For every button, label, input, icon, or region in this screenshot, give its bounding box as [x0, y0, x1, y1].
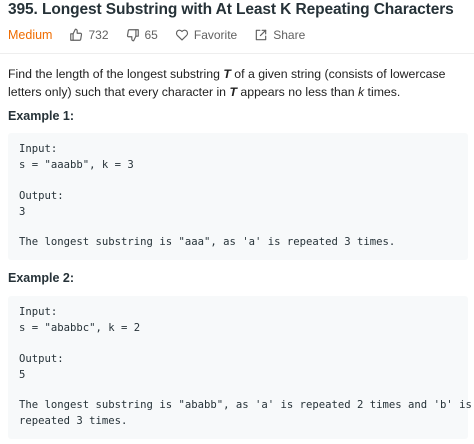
difficulty-label: Medium: [8, 28, 53, 42]
example-2-code-block: Input: s = "ababbc", k = 2 Output: 5 The…: [8, 296, 472, 439]
input-value: s = "aaabb", k = 3: [19, 159, 134, 171]
problem-page: 395. Longest Substring with At Least K R…: [0, 0, 474, 444]
output-value: 5: [19, 369, 26, 381]
problem-description: Find the length of the longest substring…: [8, 66, 468, 101]
description-var-T: T: [229, 84, 237, 99]
thumbs-up-icon: [70, 28, 83, 41]
output-value: 3: [19, 206, 26, 218]
example-1-code-block: Input: s = "aaabb", k = 3 Output: 3 The …: [8, 133, 468, 260]
header-divider: [0, 53, 474, 54]
output-label: Output:: [19, 190, 64, 202]
input-label: Input:: [19, 143, 58, 155]
explanation-text: The longest substring is "aaa", as 'a' i…: [19, 236, 396, 248]
dislike-button[interactable]: 65: [126, 28, 158, 42]
explanation-text: The longest substring is "ababb", as 'a'…: [19, 399, 472, 411]
input-label: Input:: [19, 306, 58, 318]
description-text: times.: [364, 84, 401, 99]
description-text: appears no less than: [236, 84, 358, 99]
output-label: Output:: [19, 353, 64, 365]
description-text: Find the length of the longest substring: [8, 67, 224, 81]
heart-icon: [175, 29, 188, 41]
share-button[interactable]: Share: [254, 28, 305, 42]
like-count: 732: [88, 28, 109, 42]
problem-title: 395. Longest Substring with At Least K R…: [8, 1, 454, 18]
share-label: Share: [273, 28, 306, 42]
dislike-count: 65: [144, 28, 158, 42]
share-icon: [255, 29, 267, 41]
thumbs-down-icon: [126, 29, 139, 42]
description-var-T: T: [223, 67, 231, 81]
example-1-heading: Example 1:: [8, 109, 75, 123]
input-value: s = "ababbc", k = 2: [19, 322, 141, 334]
problem-meta-bar: Medium 732 65 Favorite Share: [8, 27, 305, 43]
example-2-heading: Example 2:: [8, 271, 75, 285]
explanation-text: repeated 3 times.: [19, 415, 128, 427]
like-button[interactable]: 732: [69, 28, 109, 42]
favorite-label: Favorite: [193, 28, 238, 42]
favorite-button[interactable]: Favorite: [175, 28, 237, 42]
